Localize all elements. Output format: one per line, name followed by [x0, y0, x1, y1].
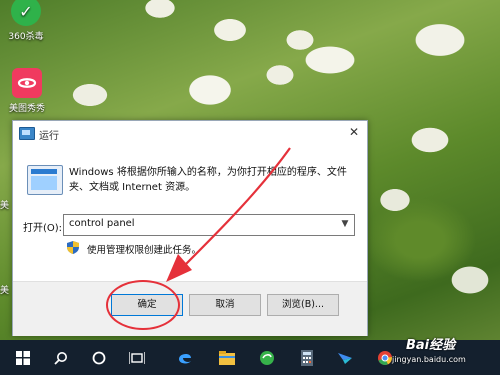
shield-icon	[67, 241, 79, 254]
open-input-value[interactable]: control panel	[69, 218, 135, 229]
watermark: Bai经验 jingyan.baidu.com	[388, 334, 498, 370]
start-icon[interactable]	[4, 340, 42, 375]
dialog-description: Windows 将根据你所输入的名称，为你打开相应的程序、文件夹、文档或 Int…	[69, 167, 347, 193]
watermark-text: Bai经验	[406, 338, 456, 353]
cortana-icon[interactable]	[80, 340, 118, 375]
close-button[interactable]: ✕	[347, 125, 361, 139]
run-program-icon	[27, 165, 63, 195]
feishu-icon[interactable]	[326, 340, 364, 375]
open-input[interactable]: control panel ▼	[63, 214, 355, 236]
run-dialog: 运行 ✕ Windows 将根据你所输入的名称，为你打开相应的程序、文件夹、文档…	[12, 120, 368, 336]
task-view-icon[interactable]	[118, 340, 156, 375]
browser-360-icon[interactable]	[248, 340, 286, 375]
admin-note: 使用管理权限创建此任务。	[87, 245, 202, 256]
desktop-icon-label-partial: 美	[0, 201, 10, 211]
dialog-title: 运行	[39, 131, 59, 142]
desktop-icon-label: 360杀毒	[8, 32, 44, 42]
cancel-button[interactable]: 取消	[189, 294, 261, 316]
desktop-icon-label-partial: 美	[0, 286, 10, 296]
dialog-titlebar[interactable]: 运行 ✕	[13, 121, 367, 145]
desktop-icon-label: 美图秀秀	[8, 104, 45, 114]
360-antivirus-icon: ✓	[11, 0, 41, 26]
chevron-down-icon[interactable]: ▼	[340, 219, 350, 229]
open-label: 打开(O):	[23, 223, 63, 234]
search-icon[interactable]	[42, 340, 80, 375]
watermark-url: jingyan.baidu.com	[392, 355, 466, 364]
desktop-icon-360[interactable]: ✓ 360杀毒	[4, 0, 48, 42]
calculator-icon[interactable]	[288, 340, 326, 375]
file-explorer-icon[interactable]	[208, 340, 246, 375]
run-icon	[19, 127, 35, 140]
browse-button[interactable]: 浏览(B)...	[267, 294, 339, 316]
meitu-icon	[12, 68, 42, 98]
edge-icon[interactable]	[166, 340, 204, 375]
annotation-circle	[106, 280, 180, 330]
button-row: 确定 取消 浏览(B)...	[13, 281, 367, 336]
desktop-icon-meitu[interactable]: 美图秀秀	[5, 68, 49, 114]
